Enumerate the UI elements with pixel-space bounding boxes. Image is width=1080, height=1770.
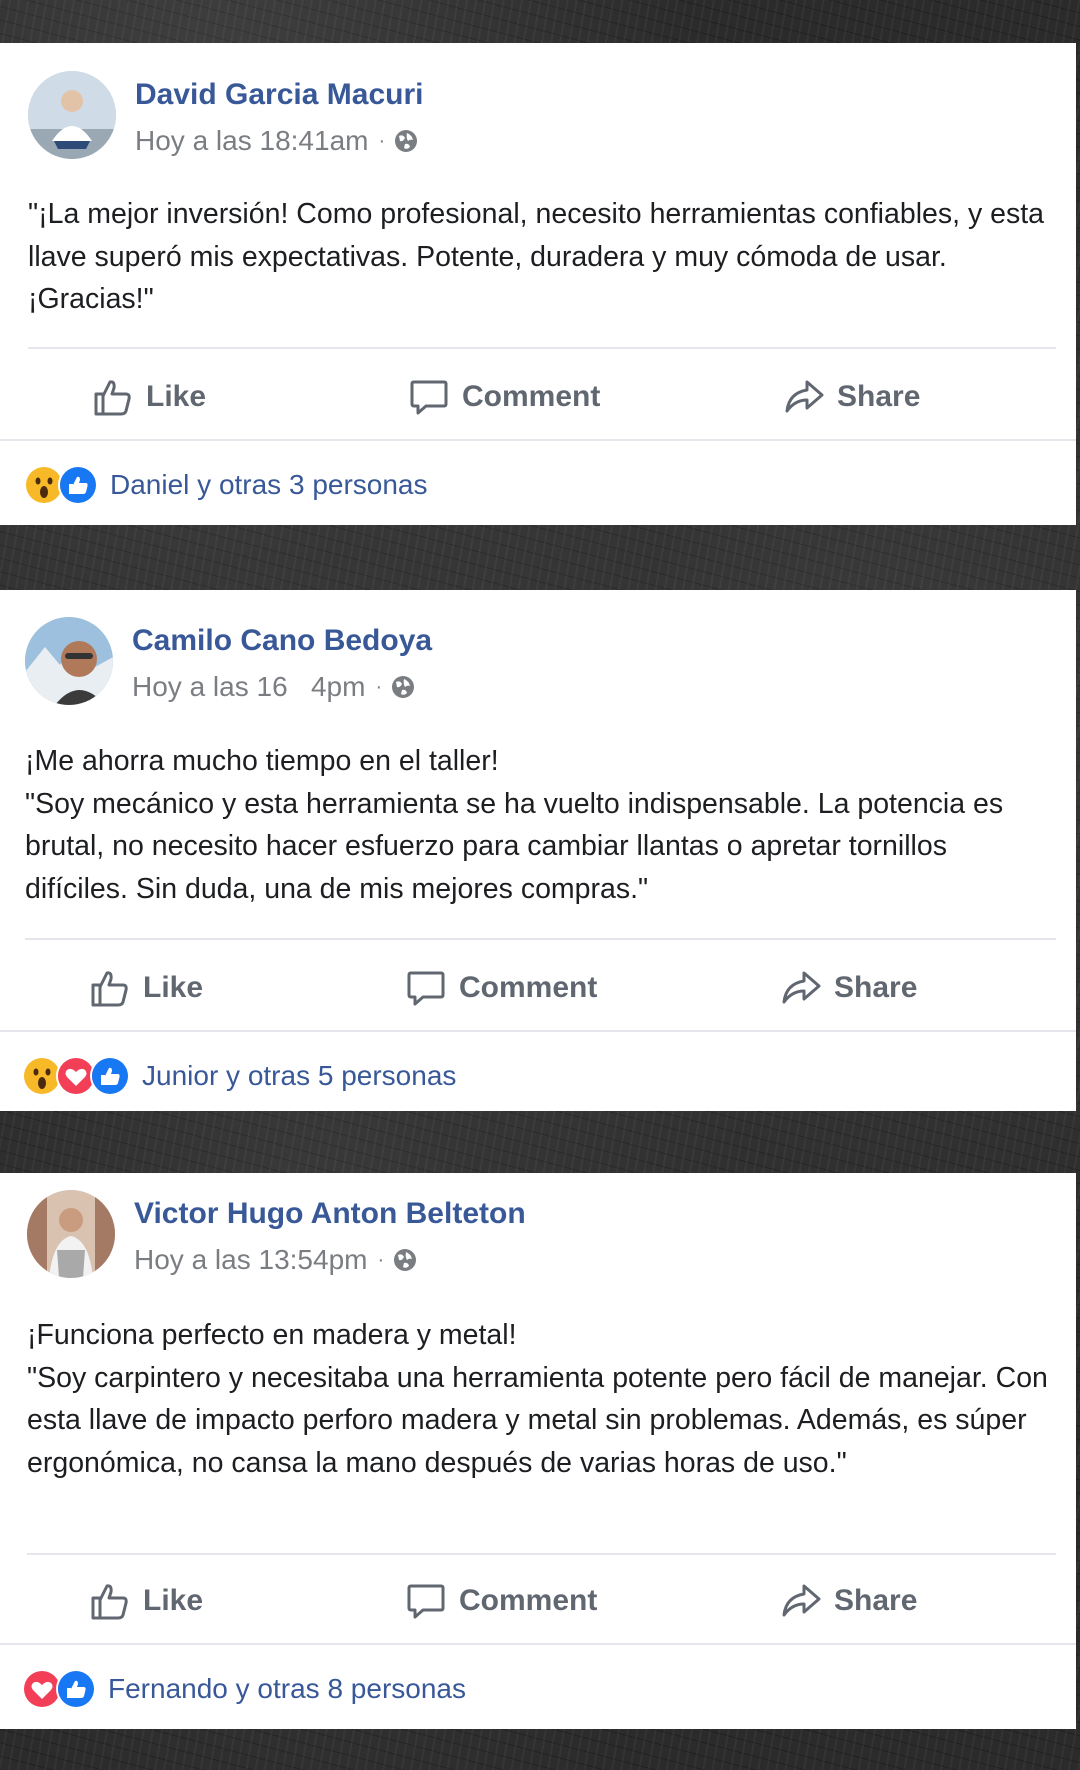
post-paragraph: "¡La mejor inversión! Como profesional, … (28, 198, 1045, 315)
like-label: Like (143, 971, 204, 1004)
globe-icon (395, 130, 418, 152)
author-name[interactable]: Victor Hugo Anton Belteton (134, 1197, 526, 1231)
post-headline: ¡Funciona perfecto en madera y metal! (27, 1319, 517, 1351)
share-icon (785, 380, 824, 413)
like-button[interactable]: Like (89, 1561, 203, 1641)
like-icon[interactable] (56, 1669, 96, 1709)
comment-button[interactable]: Comment (408, 357, 600, 437)
comment-label: Comment (459, 1584, 598, 1617)
reactions-summary[interactable]: Junior y otras 5 personas (142, 1060, 456, 1092)
post-card: Camilo Cano Bedoya Hoy a las 16 4pm · ¡M… (0, 590, 1076, 1111)
author-name[interactable]: Camilo Cano Bedoya (132, 624, 432, 658)
share-icon (782, 971, 821, 1004)
thumbs-up-icon (91, 1584, 128, 1620)
divider (25, 938, 1056, 940)
comment-label: Comment (462, 380, 601, 413)
share-button[interactable]: Share (783, 357, 920, 437)
thumbs-up-icon (94, 380, 131, 416)
reactions-bar: Fernando y otras 8 personas (22, 1667, 466, 1711)
post-meta: Hoy a las 16 4pm · (132, 671, 416, 703)
divider (0, 439, 1076, 441)
comment-icon (410, 380, 448, 415)
post-card: David Garcia Macuri Hoy a las 18:41am · … (0, 43, 1076, 525)
divider (27, 1553, 1056, 1555)
divider (0, 1643, 1076, 1645)
share-label: Share (834, 971, 918, 1004)
comment-button[interactable]: Comment (405, 1561, 597, 1641)
avatar[interactable] (25, 617, 113, 705)
share-button[interactable]: Share (780, 1561, 917, 1641)
comment-label: Comment (459, 971, 598, 1004)
like-button[interactable]: Like (92, 357, 206, 437)
post-body: ¡Me ahorra mucho tiempo en el taller! "S… (25, 740, 1056, 910)
comment-icon (407, 1584, 445, 1619)
globe-icon (392, 676, 415, 698)
reactions-summary[interactable]: Fernando y otras 8 personas (108, 1673, 466, 1705)
timestamp[interactable]: Hoy a las 13:54pm (134, 1244, 367, 1276)
separator-dot: · (378, 129, 386, 152)
like-button[interactable]: Like (89, 948, 203, 1028)
avatar[interactable] (27, 1190, 115, 1278)
globe-icon (394, 1249, 417, 1271)
share-button[interactable]: Share (780, 948, 917, 1028)
action-bar: Like Comment Share (0, 948, 1076, 1028)
comment-icon (407, 971, 445, 1006)
divider (28, 347, 1056, 349)
post-paragraph: "Soy carpintero y necesitaba una herrami… (27, 1361, 1048, 1479)
action-bar: Like Comment Share (0, 1561, 1076, 1641)
thumbs-up-icon (91, 971, 128, 1007)
like-icon[interactable] (90, 1056, 130, 1096)
post-body: "¡La mejor inversión! Como profesional, … (28, 193, 1056, 321)
post-paragraph: "Soy mecánico y esta herramienta se ha v… (25, 787, 1004, 905)
divider (0, 1030, 1076, 1032)
like-icon[interactable] (58, 465, 98, 505)
action-bar: Like Comment Share (0, 357, 1076, 437)
avatar[interactable] (28, 71, 116, 159)
share-label: Share (834, 1584, 918, 1617)
separator-dot: · (377, 1248, 385, 1271)
author-name[interactable]: David Garcia Macuri (135, 78, 423, 112)
reactions-bar: Junior y otras 5 personas (22, 1054, 456, 1098)
separator-dot: · (375, 675, 383, 698)
post-card: Victor Hugo Anton Belteton Hoy a las 13:… (0, 1173, 1076, 1729)
post-body: ¡Funciona perfecto en madera y metal! "S… (27, 1314, 1056, 1484)
like-label: Like (143, 1584, 204, 1617)
like-label: Like (146, 380, 207, 413)
timestamp[interactable]: Hoy a las 18:41am (135, 125, 368, 157)
comment-button[interactable]: Comment (405, 948, 597, 1028)
share-label: Share (837, 380, 921, 413)
post-meta: Hoy a las 18:41am · (135, 125, 419, 157)
reactions-summary[interactable]: Daniel y otras 3 personas (110, 469, 428, 501)
timestamp[interactable]: Hoy a las 16 4pm (132, 671, 365, 703)
post-headline: ¡Me ahorra mucho tiempo en el taller! (25, 745, 499, 777)
share-icon (782, 1584, 821, 1617)
reactions-bar: Daniel y otras 3 personas (24, 463, 428, 507)
post-meta: Hoy a las 13:54pm · (134, 1244, 418, 1276)
